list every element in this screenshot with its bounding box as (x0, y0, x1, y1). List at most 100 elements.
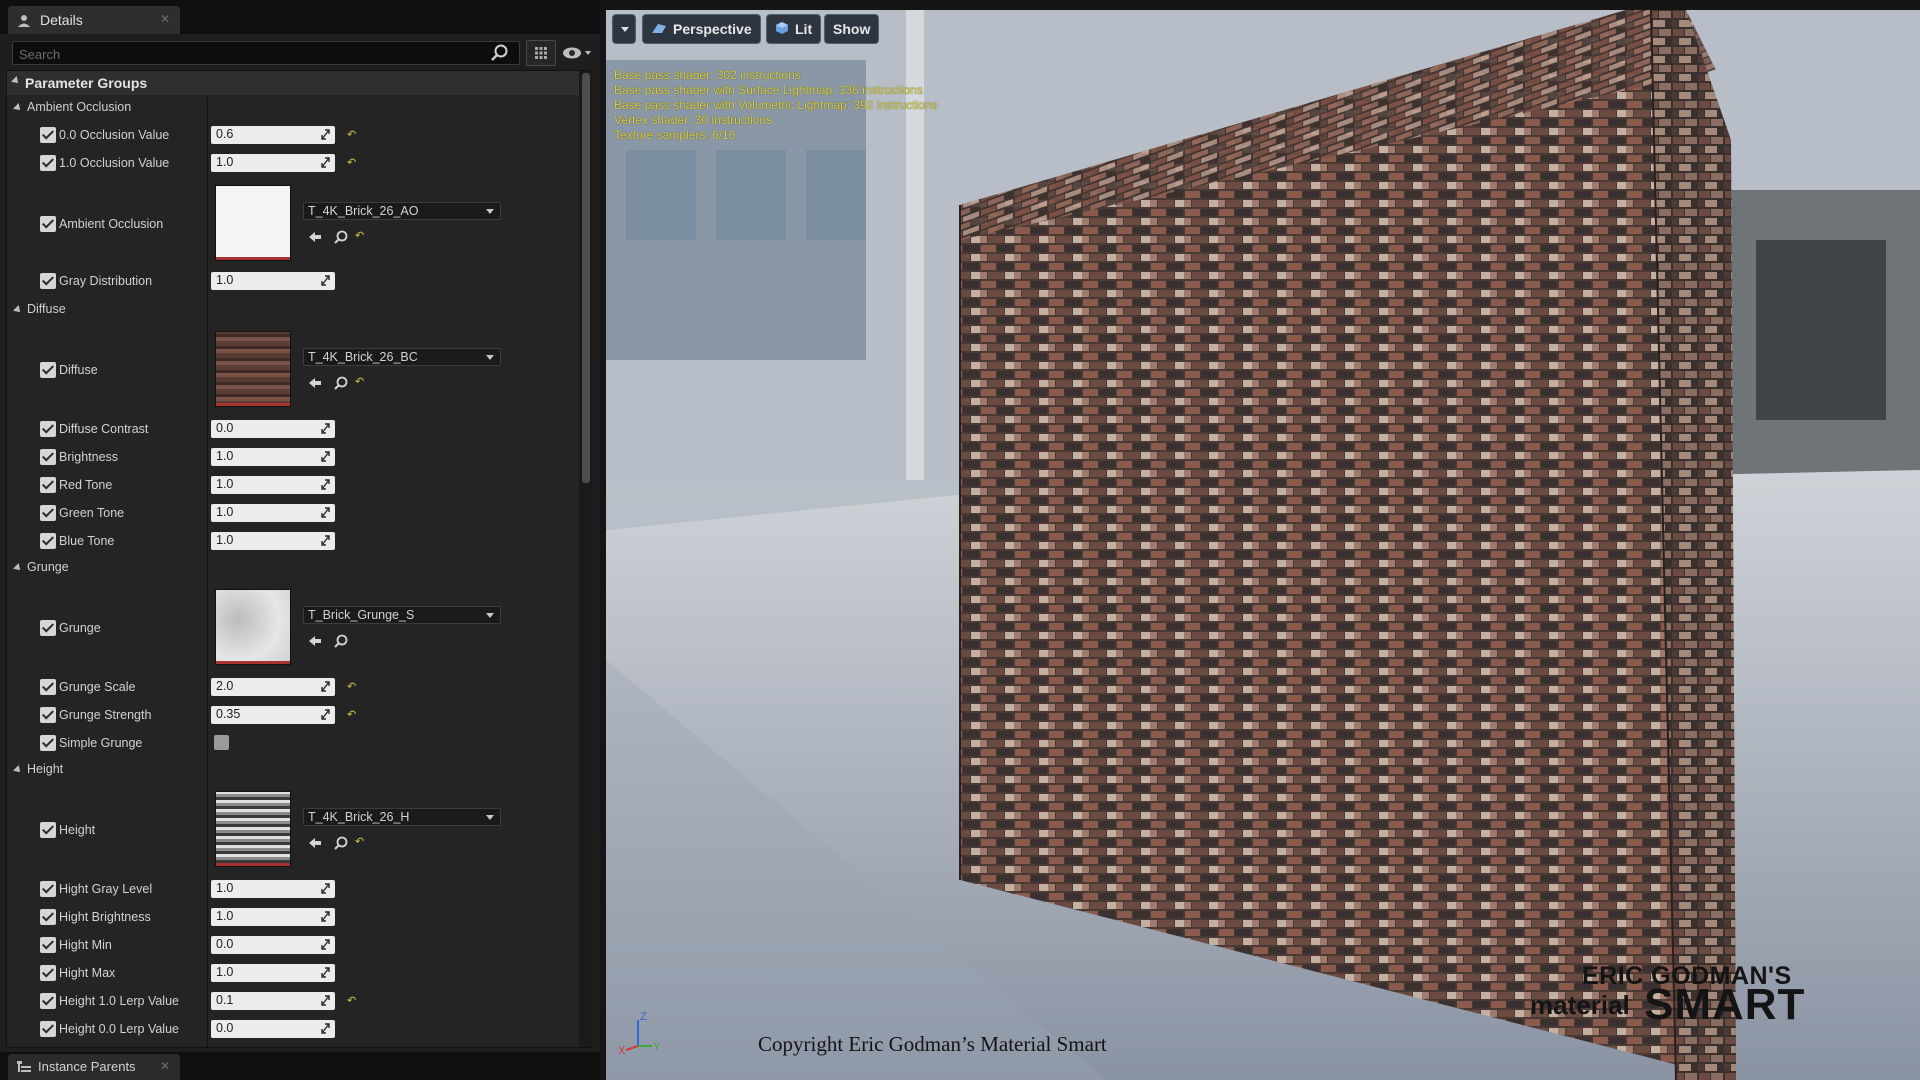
drag-handle-icon[interactable] (321, 939, 330, 950)
reset-to-default-icon[interactable]: ↶ (347, 709, 359, 721)
texture-thumbnail-diffuse[interactable] (215, 331, 291, 407)
close-icon[interactable]: ✕ (160, 1059, 170, 1073)
parameter-groups-header[interactable]: Parameter Groups (7, 71, 579, 95)
drag-handle-icon[interactable] (321, 883, 330, 894)
drag-handle-icon[interactable] (321, 451, 330, 462)
param-checkbox[interactable] (40, 735, 56, 751)
param-value-field[interactable]: 0.1 (211, 992, 335, 1010)
param-checkbox[interactable] (40, 965, 56, 981)
lit-button[interactable]: Lit (766, 14, 822, 44)
viewport-options-button[interactable] (612, 14, 636, 44)
param-checkbox[interactable] (40, 620, 56, 636)
scrollbar[interactable] (579, 71, 593, 1047)
param-checkbox[interactable] (40, 127, 56, 143)
drag-handle-icon[interactable] (321, 275, 330, 286)
search-input[interactable] (12, 41, 520, 65)
param-value-field[interactable]: 0.0 (211, 1020, 335, 1038)
browse-search-icon[interactable] (333, 229, 349, 245)
asset-picker[interactable]: T_4K_Brick_26_AO (303, 202, 501, 220)
drag-handle-icon[interactable] (321, 157, 330, 168)
reset-to-default-icon[interactable]: ↶ (355, 375, 371, 391)
drag-handle-icon[interactable] (321, 507, 330, 518)
use-selected-arrow-icon[interactable] (307, 633, 323, 649)
reset-to-default-icon[interactable]: ↶ (347, 681, 359, 693)
group-diffuse[interactable]: Diffuse (7, 299, 579, 321)
reset-to-default-icon[interactable]: ↶ (355, 229, 371, 245)
instance-parents-tab[interactable]: Instance Parents ✕ (8, 1054, 180, 1080)
expand-arrow-icon[interactable] (11, 76, 21, 86)
param-checkbox[interactable] (40, 155, 56, 171)
show-button[interactable]: Show (824, 14, 880, 44)
param-checkbox[interactable] (40, 822, 56, 838)
drag-handle-icon[interactable] (321, 995, 330, 1006)
reset-to-default-icon[interactable]: ↶ (347, 157, 359, 169)
scrollbar-thumb[interactable] (582, 73, 590, 483)
view-options-grid-button[interactable] (526, 40, 556, 66)
param-value-field[interactable]: 2.0 (211, 678, 335, 696)
close-icon[interactable]: ✕ (160, 12, 170, 26)
browse-search-icon[interactable] (333, 375, 349, 391)
param-checkbox[interactable] (40, 707, 56, 723)
group-height[interactable]: Height (7, 759, 579, 781)
texture-thumbnail-grunge[interactable] (215, 589, 291, 665)
reset-to-default-icon[interactable]: ↶ (347, 129, 359, 141)
asset-picker[interactable]: T_Brick_Grunge_S (303, 606, 501, 624)
param-checkbox[interactable] (40, 477, 56, 493)
param-value-field[interactable]: 1.0 (211, 532, 335, 550)
param-value-field[interactable]: 1.0 (211, 964, 335, 982)
group-grunge[interactable]: Grunge (7, 557, 579, 579)
param-checkbox[interactable] (40, 909, 56, 925)
use-selected-arrow-icon[interactable] (307, 375, 323, 391)
param-checkbox[interactable] (40, 273, 56, 289)
drag-handle-icon[interactable] (321, 479, 330, 490)
asset-picker[interactable]: T_4K_Brick_26_H (303, 808, 501, 826)
use-selected-arrow-icon[interactable] (307, 229, 323, 245)
expand-arrow-icon[interactable] (13, 103, 23, 113)
viewport[interactable]: Perspective Lit Show Base pass shader: 3… (606, 10, 1920, 1080)
perspective-button[interactable]: Perspective (642, 14, 761, 44)
expand-arrow-icon[interactable] (13, 765, 23, 775)
param-value-field[interactable]: 0.0 (211, 936, 335, 954)
drag-handle-icon[interactable] (321, 423, 330, 434)
param-checkbox[interactable] (40, 937, 56, 953)
drag-handle-icon[interactable] (321, 681, 330, 692)
param-checkbox[interactable] (40, 505, 56, 521)
texture-thumbnail-ao[interactable] (215, 185, 291, 261)
param-checkbox[interactable] (40, 679, 56, 695)
param-checkbox[interactable] (40, 881, 56, 897)
param-value-field[interactable]: 1.0 (211, 476, 335, 494)
param-checkbox[interactable] (40, 421, 56, 437)
bool-value-checkbox[interactable] (214, 735, 229, 750)
search-icon[interactable] (490, 43, 510, 63)
reset-to-default-icon[interactable]: ↶ (355, 835, 371, 851)
param-checkbox[interactable] (40, 1021, 56, 1037)
drag-handle-icon[interactable] (321, 535, 330, 546)
expand-arrow-icon[interactable] (13, 305, 23, 315)
param-value-field[interactable]: 1.0 (211, 880, 335, 898)
param-checkbox[interactable] (40, 216, 56, 232)
param-value-field[interactable]: 1.0 (211, 448, 335, 466)
param-checkbox[interactable] (40, 362, 56, 378)
drag-handle-icon[interactable] (321, 911, 330, 922)
param-value-field[interactable]: 1.0 (211, 154, 335, 172)
drag-handle-icon[interactable] (321, 709, 330, 720)
param-value-field[interactable]: 1.0 (211, 272, 335, 290)
param-value-field[interactable]: 0.35 (211, 706, 335, 724)
browse-search-icon[interactable] (333, 633, 349, 649)
texture-thumbnail-height[interactable] (215, 791, 291, 867)
reset-to-default-icon[interactable]: ↶ (347, 995, 359, 1007)
browse-search-icon[interactable] (333, 835, 349, 851)
param-value-field[interactable]: 0.6 (211, 126, 335, 144)
group-ambient-occlusion[interactable]: Ambient Occlusion (7, 97, 579, 119)
param-checkbox[interactable] (40, 533, 56, 549)
visibility-eye-icon[interactable] (560, 42, 594, 64)
expand-arrow-icon[interactable] (13, 563, 23, 573)
param-checkbox[interactable] (40, 993, 56, 1009)
drag-handle-icon[interactable] (321, 967, 330, 978)
param-value-field[interactable]: 1.0 (211, 504, 335, 522)
drag-handle-icon[interactable] (321, 129, 330, 140)
asset-picker[interactable]: T_4K_Brick_26_BC (303, 348, 501, 366)
param-value-field[interactable]: 1.0 (211, 908, 335, 926)
param-value-field[interactable]: 0.0 (211, 420, 335, 438)
details-tab[interactable]: Details ✕ (8, 6, 180, 34)
